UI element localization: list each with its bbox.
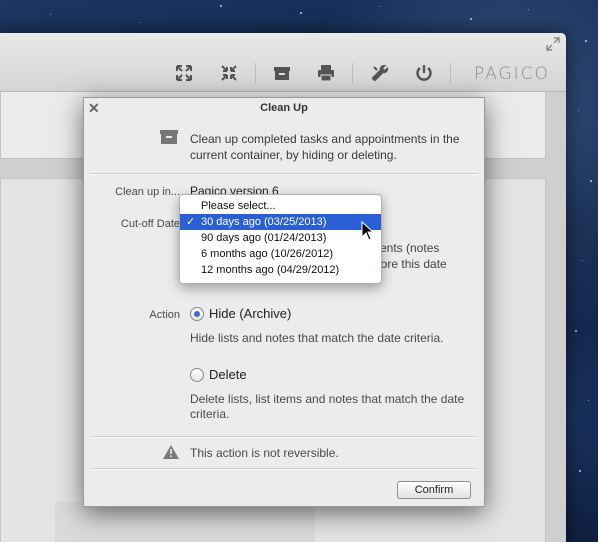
toolbar-separator — [450, 63, 451, 83]
star — [50, 14, 51, 15]
star — [470, 18, 472, 20]
radio-selected-dot — [194, 311, 200, 317]
star — [578, 110, 579, 111]
star — [590, 180, 592, 182]
archive-icon — [160, 130, 178, 144]
dropdown-option[interactable]: 6 months ago (10/26/2012) — [180, 246, 381, 262]
hide-description: Hide lists and notes that match the date… — [190, 331, 444, 345]
mouse-cursor-icon — [361, 220, 375, 241]
star — [380, 6, 381, 7]
star — [575, 330, 577, 332]
power-icon[interactable] — [413, 63, 435, 83]
print-icon[interactable] — [315, 63, 337, 83]
dialog-description: Clean up completed tasks and appointment… — [190, 132, 460, 162]
tools-icon[interactable] — [369, 63, 391, 83]
fullscreen-icon[interactable] — [546, 37, 560, 51]
clean-up-in-label: Clean up in... — [115, 186, 180, 198]
collapse-icon[interactable] — [218, 63, 240, 83]
star — [588, 400, 589, 401]
dropdown-option[interactable]: Please select... — [180, 198, 381, 214]
star — [582, 260, 583, 261]
dropdown-option[interactable]: 12 months ago (04/29/2012) — [180, 262, 381, 278]
warning-text: This action is not reversible. — [190, 446, 339, 460]
star — [140, 22, 141, 23]
bottom-strip — [55, 502, 315, 542]
star — [528, 9, 529, 10]
delete-radio-label[interactable]: Delete — [209, 367, 247, 382]
dropdown-option[interactable]: 90 days ago (01/24/2013) — [180, 230, 381, 246]
star — [585, 40, 587, 42]
expand-icon[interactable] — [173, 63, 195, 83]
star — [220, 5, 222, 7]
pagico-logo: PAGICO — [474, 64, 550, 84]
delete-radio[interactable] — [190, 368, 204, 382]
warning-icon — [163, 445, 179, 459]
cutoff-date-dropdown: Please select... ✓ 30 days ago (03/25/20… — [179, 194, 382, 284]
star — [579, 470, 581, 472]
archive-icon[interactable] — [271, 63, 293, 83]
toolbar-separator — [352, 63, 353, 83]
divider — [90, 468, 478, 470]
star — [300, 12, 302, 14]
checkmark-icon: ✓ — [186, 216, 196, 228]
clean-up-dialog: ✕ Clean Up Clean up completed tasks and … — [83, 97, 485, 507]
cutoff-date-label: Cut-off Date — [120, 218, 180, 230]
dropdown-option-label: 30 days ago (03/25/2013) — [201, 216, 327, 228]
dropdown-option-selected[interactable]: ✓ 30 days ago (03/25/2013) — [180, 214, 381, 230]
app-toolbar: PAGICO — [0, 33, 566, 92]
hide-radio[interactable] — [190, 307, 204, 321]
hide-radio-label[interactable]: Hide (Archive) — [209, 306, 291, 321]
action-label: Action — [149, 309, 180, 321]
divider — [90, 436, 478, 438]
confirm-button[interactable]: Confirm — [397, 481, 471, 499]
dialog-title: Clean Up — [260, 102, 308, 114]
divider — [90, 173, 478, 175]
toolbar-separator — [255, 63, 256, 83]
delete-description: Delete lists, list items and notes that … — [190, 392, 465, 421]
